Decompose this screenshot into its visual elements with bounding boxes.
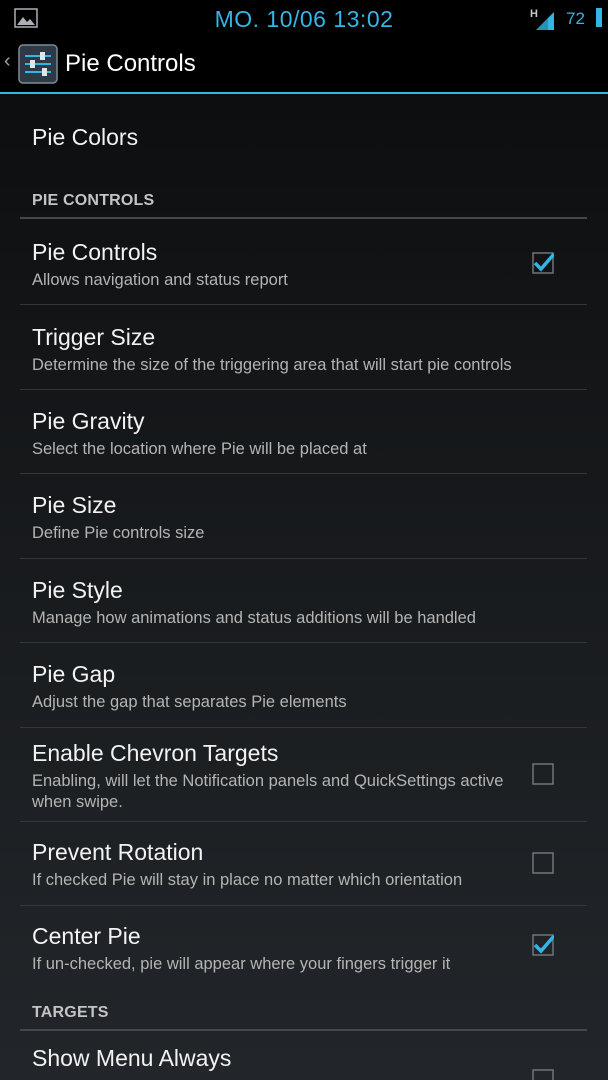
pref-title: Enable Chevron Targets — [32, 740, 279, 766]
action-bar: ‹ Pie Controls — [0, 38, 608, 92]
pref-title: Pie Controls — [32, 239, 158, 265]
pref-pie-gap[interactable]: Pie Gap Adjust the gap that separates Pi… — [0, 643, 608, 727]
signal-strength-icon: H — [530, 8, 554, 30]
checkbox-unchecked[interactable] — [532, 763, 554, 785]
pref-summary: Define Pie controls size — [32, 524, 205, 542]
pref-title: Pie Colors — [32, 124, 139, 150]
pref-show-menu-always[interactable]: Show Menu Always — [0, 1032, 608, 1080]
checkbox-checked[interactable] — [532, 934, 554, 956]
pref-title: Show Menu Always — [32, 1045, 232, 1071]
category-header-targets: TARGETS — [32, 1004, 109, 1021]
category-header-pie-controls: PIE CONTROLS — [32, 192, 155, 209]
pref-summary: If un-checked, pie will appear where you… — [32, 955, 451, 973]
pref-title: Pie Gap — [32, 661, 116, 687]
pref-summary: Manage how animations and status additio… — [32, 609, 476, 627]
pref-pie-controls[interactable]: Pie Controls Allows navigation and statu… — [0, 220, 608, 304]
checkbox-checked[interactable] — [532, 252, 554, 274]
pref-summary: Select the location where Pie will be pl… — [32, 440, 367, 458]
battery-icon — [596, 8, 602, 27]
pref-prevent-rotation[interactable]: Prevent Rotation If checked Pie will sta… — [0, 822, 608, 906]
pref-center-pie[interactable]: Center Pie If un-checked, pie will appea… — [0, 906, 608, 990]
pref-summary: Enabling, will let the Notification pane… — [32, 772, 504, 811]
back-chevron-icon[interactable]: ‹ — [4, 50, 11, 73]
pref-summary: Adjust the gap that separates Pie elemen… — [32, 693, 347, 711]
pref-pie-colors[interactable]: Pie Colors — [0, 94, 608, 170]
pref-pie-gravity[interactable]: Pie Gravity Select the location where Pi… — [0, 390, 608, 474]
pref-pie-style[interactable]: Pie Style Manage how animations and stat… — [0, 559, 608, 643]
battery-level: 72 — [566, 9, 585, 28]
pref-pie-size[interactable]: Pie Size Define Pie controls size — [0, 474, 608, 558]
status-bar: MO. 10/06 13:02 H 72 — [0, 0, 608, 38]
pref-title: Pie Gravity — [32, 408, 145, 434]
pref-title: Pie Size — [32, 492, 117, 518]
pref-enable-chevron-targets[interactable]: Enable Chevron Targets Enabling, will le… — [0, 728, 608, 821]
pref-title: Center Pie — [32, 923, 141, 949]
network-type-label: H — [530, 8, 538, 20]
pref-summary: If checked Pie will stay in place no mat… — [32, 871, 463, 889]
pref-title: Pie Style — [32, 577, 123, 603]
category-divider — [20, 217, 587, 219]
category-divider — [20, 1029, 587, 1031]
checkbox-unchecked[interactable] — [532, 1069, 554, 1080]
page-title: Pie Controls — [65, 50, 196, 77]
checkbox-unchecked[interactable] — [532, 852, 554, 874]
sliders-icon[interactable] — [18, 44, 58, 84]
pref-title: Trigger Size — [32, 324, 156, 350]
pref-summary: Allows navigation and status report — [32, 271, 288, 289]
pref-title: Prevent Rotation — [32, 839, 204, 865]
pref-trigger-size[interactable]: Trigger Size Determine the size of the t… — [0, 305, 608, 389]
pref-summary: Determine the size of the triggering are… — [32, 356, 512, 374]
clock: MO. 10/06 13:02 — [214, 6, 394, 32]
